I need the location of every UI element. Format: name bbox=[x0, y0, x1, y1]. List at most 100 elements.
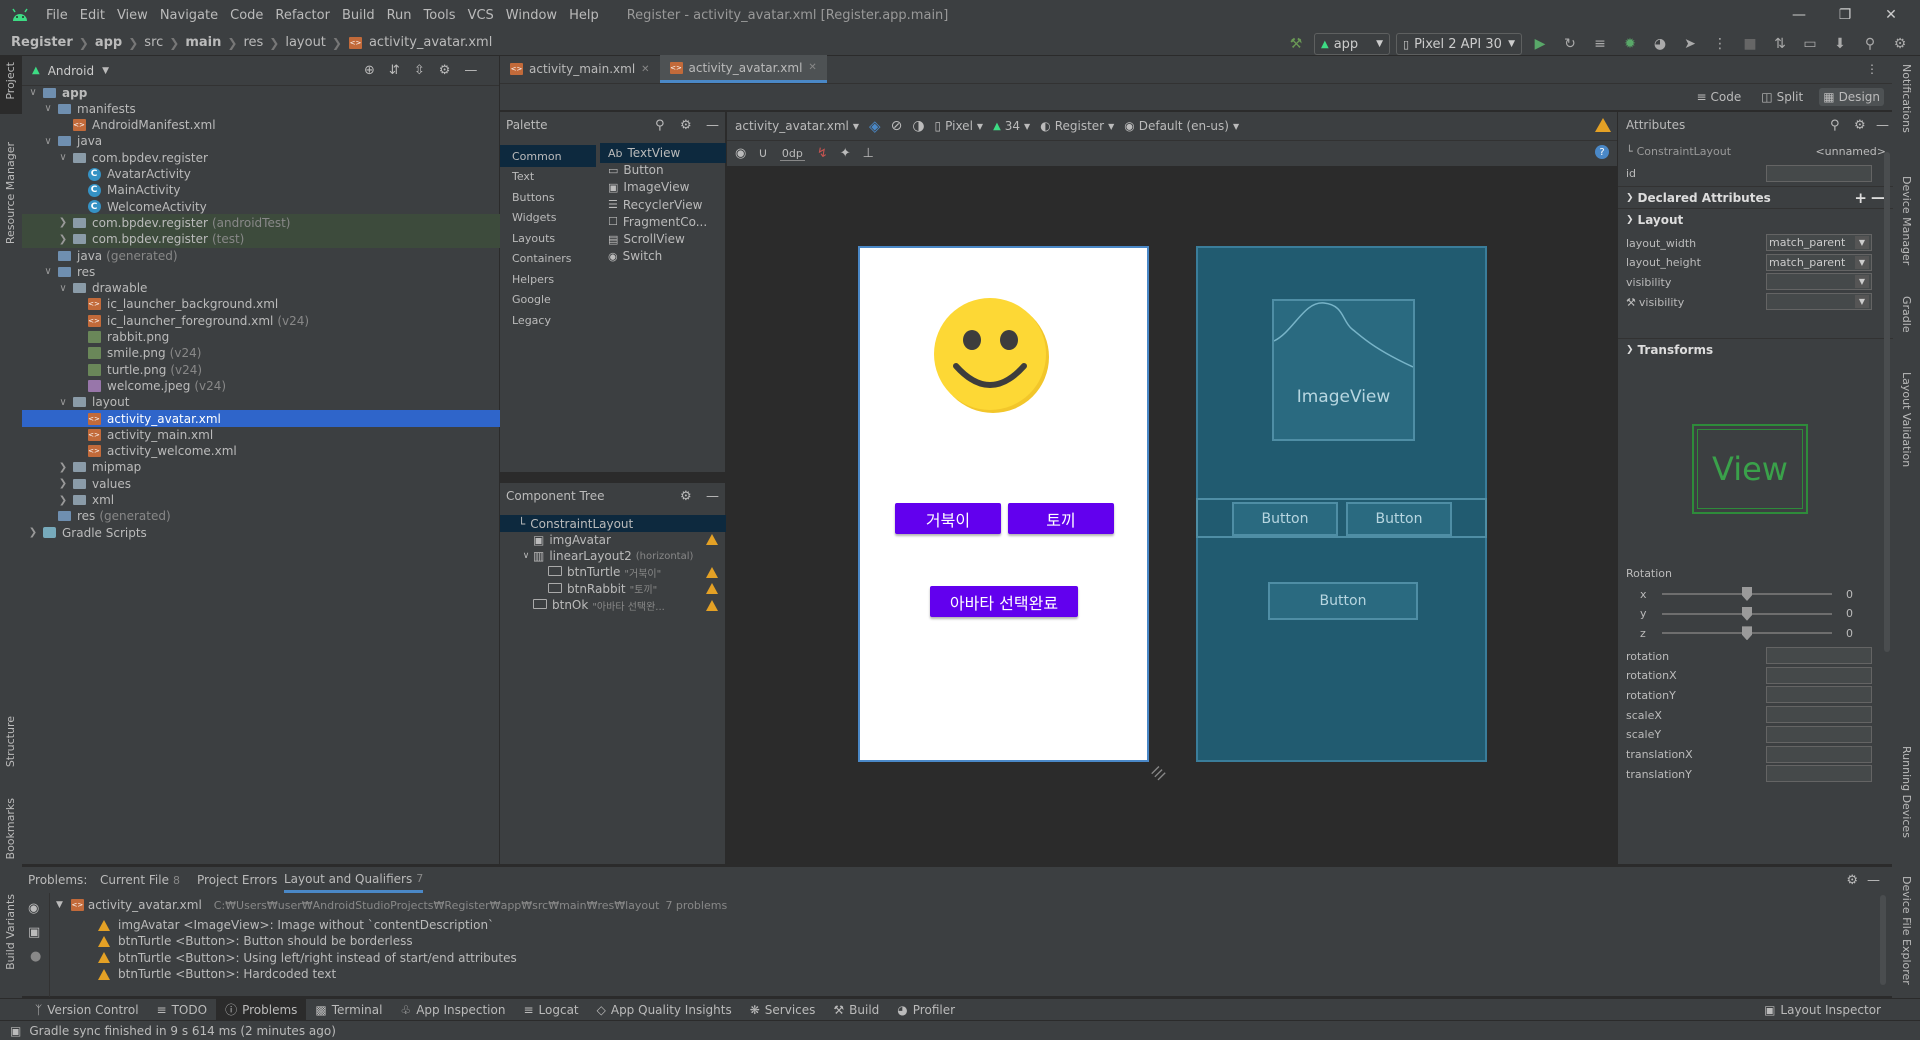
chevron-right-icon[interactable]: ❯ bbox=[56, 478, 70, 489]
project-tree-item[interactable]: <> activity_avatar.xml bbox=[22, 410, 500, 427]
clear-constraints-icon[interactable]: ↯ bbox=[817, 146, 828, 161]
apply-changes-icon[interactable]: ↻ bbox=[1558, 32, 1582, 56]
stop-icon[interactable]: ■ bbox=[1738, 32, 1762, 56]
running-devices-tool-tab[interactable]: Running Devices bbox=[1900, 746, 1913, 838]
warning-icon[interactable] bbox=[706, 534, 718, 546]
palette-category[interactable]: Legacy bbox=[500, 309, 596, 331]
profiler-tool-button[interactable]: ◕ Profiler bbox=[888, 999, 964, 1021]
project-tree-item[interactable]: turtle.png (v24) bbox=[22, 361, 500, 378]
default-margin-field[interactable]: 0dp bbox=[779, 147, 805, 161]
smile-avatar-image[interactable] bbox=[932, 296, 1052, 414]
chevron-down-icon[interactable]: ∨ bbox=[519, 551, 533, 561]
attribute-value-field[interactable] bbox=[1766, 725, 1872, 743]
component-tree-item[interactable]: ▣ imgAvatar bbox=[500, 531, 726, 548]
breadcrumb-app[interactable]: app bbox=[92, 35, 125, 50]
chevron-right-icon[interactable]: ❯ bbox=[26, 527, 40, 538]
chevron-down-icon[interactable]: ∨ bbox=[56, 283, 70, 294]
project-tree-item[interactable]: welcome.jpeg (v24) bbox=[22, 377, 500, 394]
chevron-right-icon[interactable]: ❯ bbox=[56, 495, 70, 506]
rotation-slider-thumb[interactable] bbox=[1742, 587, 1752, 601]
palette-category[interactable]: Text bbox=[500, 166, 596, 188]
project-tree-item[interactable]: ∨ com.bpdev.register bbox=[22, 149, 500, 166]
component-tree-item[interactable]: ∨ ▥ linearLayout2 (horizontal) bbox=[500, 548, 726, 565]
expand-all-icon[interactable]: ⇵ bbox=[389, 63, 400, 78]
file-select[interactable]: activity_avatar.xml ▼ bbox=[735, 119, 859, 133]
component-tree-item[interactable]: btnTurtle "거북이" bbox=[500, 564, 726, 581]
project-tree-item[interactable]: <> AndroidManifest.xml bbox=[22, 117, 500, 134]
night-mode-icon[interactable]: ◑ bbox=[912, 118, 924, 134]
project-tree-item[interactable]: ❯ xml bbox=[22, 492, 500, 509]
turtle-button-preview[interactable]: 거북이 bbox=[895, 503, 1001, 534]
blueprint-view[interactable]: ImageView Button Button Button bbox=[1196, 246, 1487, 762]
guidelines-icon[interactable]: ⊥ bbox=[863, 146, 874, 161]
problem-file-row[interactable]: ▼ <> activity_avatar.xml C:₩Users₩user₩A… bbox=[56, 895, 727, 915]
close-window-button[interactable]: ✕ bbox=[1868, 0, 1914, 30]
project-tree-item[interactable]: ∨ drawable bbox=[22, 280, 500, 297]
warning-icon[interactable] bbox=[706, 583, 718, 595]
breadcrumb-file[interactable]: activity_avatar.xml bbox=[366, 35, 495, 50]
menu-navigate[interactable]: Navigate bbox=[154, 8, 224, 23]
project-tree-item[interactable]: ∨ app bbox=[22, 84, 500, 101]
rotation-slider-track[interactable] bbox=[1662, 587, 1832, 601]
sdk-manager-icon[interactable]: ⬇ bbox=[1828, 32, 1852, 56]
eye-icon[interactable]: ◉ bbox=[28, 901, 39, 916]
build-tool-button[interactable]: ⚒ Build bbox=[824, 999, 888, 1021]
rotation-slider-thumb[interactable] bbox=[1742, 626, 1752, 641]
attribute-value-field[interactable] bbox=[1766, 745, 1872, 763]
chevron-down-icon[interactable]: ▼ bbox=[1855, 295, 1869, 309]
sync-gradle-icon[interactable]: ⇅ bbox=[1768, 32, 1792, 56]
attributes-settings-icon[interactable]: ⚙ bbox=[1854, 118, 1866, 133]
version-control-tool-button[interactable]: ᛉ Version Control bbox=[26, 999, 148, 1021]
palette-category[interactable]: Common bbox=[500, 145, 596, 167]
chevron-right-icon[interactable]: ❯ bbox=[56, 462, 70, 473]
project-view-mode[interactable]: Android bbox=[48, 64, 94, 78]
attribute-value-select[interactable]: ▼ bbox=[1766, 293, 1872, 311]
close-tab-icon[interactable]: ✕ bbox=[641, 64, 649, 75]
tab-current-file[interactable]: Current File 8 bbox=[100, 867, 180, 893]
rotation-slider-track[interactable] bbox=[1662, 606, 1832, 621]
more-run-icon[interactable]: ⋮ bbox=[1708, 32, 1732, 56]
locale-select[interactable]: ◉ Default (en-us) ▼ bbox=[1124, 119, 1239, 133]
chevron-down-icon[interactable]: ∨ bbox=[41, 136, 55, 147]
tree-settings-icon[interactable]: ⚙ bbox=[680, 489, 692, 504]
palette-category[interactable]: Widgets bbox=[500, 207, 596, 229]
project-tree-item[interactable]: ❯ values bbox=[22, 475, 500, 492]
palette-category[interactable]: Containers bbox=[500, 248, 596, 270]
app-quality-insights-tool-button[interactable]: ◇ App Quality Insights bbox=[588, 999, 741, 1021]
palette-category[interactable]: Buttons bbox=[500, 186, 596, 208]
hammer-build-icon[interactable]: ⚒ bbox=[1284, 32, 1308, 56]
component-tree-item[interactable]: btnRabbit "토끼" bbox=[500, 580, 726, 597]
menu-code[interactable]: Code bbox=[224, 8, 269, 23]
project-tree-item[interactable]: C MainActivity bbox=[22, 182, 500, 199]
project-tree-item[interactable]: ∨ java bbox=[22, 133, 500, 150]
tab-activity-main[interactable]: <> activity_main.xml ✕ bbox=[500, 55, 660, 83]
tab-activity-avatar[interactable]: <> activity_avatar.xml ✕ bbox=[659, 55, 827, 83]
project-tree-item[interactable]: ❯ mipmap bbox=[22, 459, 500, 476]
project-tree-item[interactable]: ❯ com.bpdev.register (test) bbox=[22, 230, 500, 248]
declared-attributes-section[interactable]: ❯ Declared Attributes + — bbox=[1618, 186, 1893, 208]
menu-file[interactable]: File bbox=[40, 8, 74, 23]
eye-icon[interactable]: ◉ bbox=[735, 146, 746, 161]
project-tool-tab[interactable]: Project bbox=[4, 62, 17, 100]
tab-project-errors[interactable]: Project Errors bbox=[197, 867, 277, 893]
minimize-button[interactable]: — bbox=[1776, 0, 1822, 30]
problems-settings-icon[interactable]: ⚙ bbox=[1846, 873, 1858, 888]
menu-build[interactable]: Build bbox=[336, 8, 381, 23]
chevron-down-icon[interactable]: ∨ bbox=[56, 152, 70, 163]
project-tree-item[interactable]: ❯ com.bpdev.register (androidTest) bbox=[22, 214, 500, 232]
problem-item[interactable]: btnTurtle <Button>: Hardcoded text bbox=[98, 964, 336, 984]
project-tree-item[interactable]: ∨ layout bbox=[22, 394, 500, 411]
device-select[interactable]: ▯ Pixel 2 API 30 ▼ bbox=[1396, 33, 1522, 55]
transforms-section[interactable]: ❯ Transforms bbox=[1618, 338, 1893, 360]
breadcrumb-src[interactable]: src bbox=[141, 35, 166, 50]
api-level-select[interactable]: ▲ 34 ▼ bbox=[993, 119, 1030, 133]
chevron-down-icon[interactable]: ∨ bbox=[26, 87, 40, 98]
todo-tool-button[interactable]: ≡ TODO bbox=[148, 999, 217, 1021]
menu-vcs[interactable]: VCS bbox=[462, 8, 500, 23]
run-config-select[interactable]: ▲ app ▼ bbox=[1314, 33, 1390, 55]
settings-gear-icon[interactable]: ⚙ bbox=[1888, 32, 1912, 56]
hide-panel-icon[interactable]: — bbox=[1876, 118, 1889, 133]
project-tree-item[interactable]: smile.png (v24) bbox=[22, 345, 500, 362]
more-tabs-icon[interactable]: ⋮ bbox=[1866, 62, 1878, 76]
menu-refactor[interactable]: Refactor bbox=[269, 8, 336, 23]
